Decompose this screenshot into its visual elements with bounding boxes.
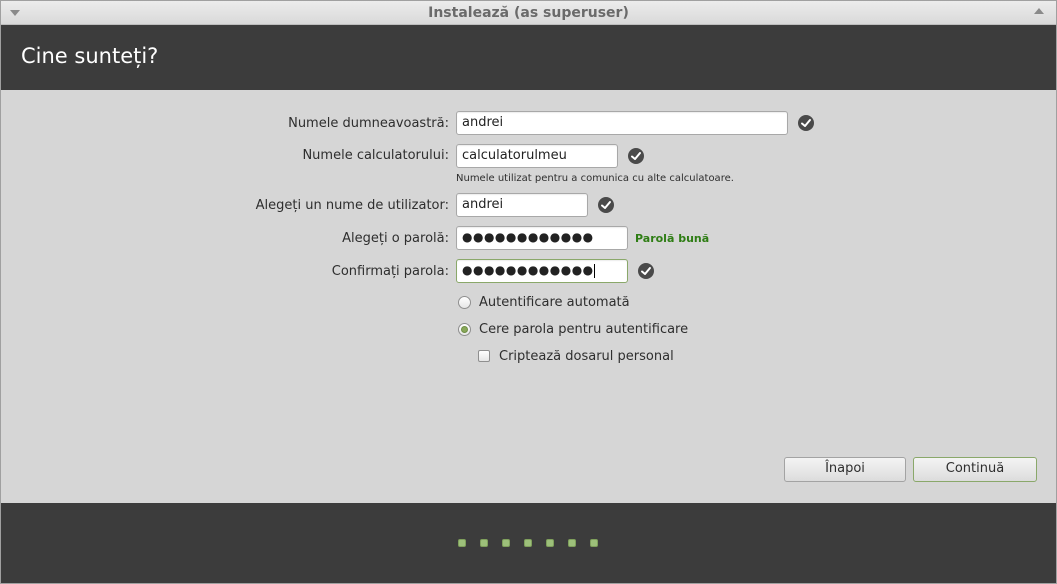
continue-button[interactable]: Continuă (913, 457, 1037, 482)
require-password-radio[interactable] (458, 323, 471, 336)
encrypt-home-checkbox[interactable] (478, 350, 490, 362)
username-label: Alegeți un nume de utilizator: (255, 198, 449, 213)
progress-step-1 (458, 539, 466, 547)
name-field[interactable]: andrei (456, 111, 788, 135)
progress-step-4 (524, 539, 532, 547)
confirm-password-field[interactable]: ●●●●●●●●●●●● (456, 259, 628, 283)
back-button[interactable]: Înapoi (784, 457, 906, 482)
progress-step-3 (502, 539, 510, 547)
computer-name-label: Numele calculatorului: (302, 148, 449, 163)
page-header: Cine sunteți? (1, 25, 1056, 90)
name-label: Numele dumneavoastră: (288, 116, 449, 131)
password-field[interactable]: ●●●●●●●●●●●● (456, 226, 628, 250)
progress-step-6 (568, 539, 576, 547)
name-valid-check-icon (798, 115, 814, 131)
password-strength-label: Parolă bună (635, 232, 710, 245)
auto-login-label[interactable]: Autentificare automată (479, 295, 630, 310)
password-label: Alegeți o parolă: (342, 231, 449, 246)
confirm-password-label: Confirmați parola: (331, 264, 449, 279)
confirm-password-masked-value: ●●●●●●●●●●●● (462, 263, 594, 277)
require-password-label[interactable]: Cere parola pentru autentificare (479, 322, 688, 337)
window-title: Instalează (as superuser) (428, 5, 629, 21)
computer-name-field[interactable]: calculatorulmeu (456, 144, 618, 168)
text-cursor (593, 263, 595, 278)
username-valid-check-icon (598, 197, 614, 213)
installer-window: Instalează (as superuser) Cine sunteți? … (0, 0, 1057, 584)
password-masked-value: ●●●●●●●●●●●● (462, 230, 594, 244)
title-bar[interactable]: Instalează (as superuser) (1, 1, 1056, 25)
confirm-valid-check-icon (638, 263, 654, 279)
encrypt-home-label[interactable]: Criptează dosarul personal (499, 349, 674, 364)
progress-step-5 (546, 539, 554, 547)
computer-name-hint: Numele utilizat pentru a comunica cu alt… (456, 173, 734, 184)
computer-name-valid-check-icon (628, 148, 644, 164)
page-title: Cine sunteți? (21, 44, 159, 68)
progress-step-7 (590, 539, 598, 547)
progress-footer (1, 503, 1056, 583)
username-field[interactable]: andrei (456, 193, 588, 217)
progress-step-2 (480, 539, 488, 547)
maximize-icon[interactable] (1034, 8, 1044, 14)
auto-login-radio[interactable] (458, 296, 471, 309)
